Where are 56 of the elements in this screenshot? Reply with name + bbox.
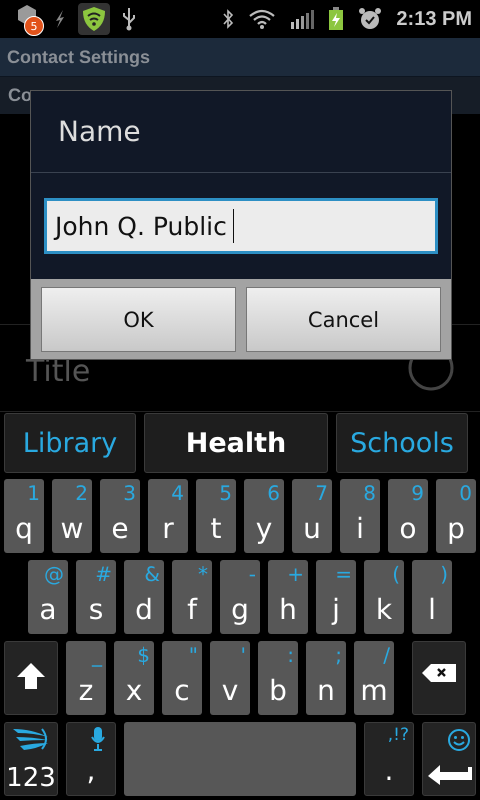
comma-key[interactable]: ,: [66, 722, 116, 796]
suggestion-item[interactable]: Health: [144, 413, 328, 473]
bluetooth-icon: [222, 8, 234, 30]
smiley-icon: [447, 728, 471, 752]
period-key[interactable]: ,!? .: [364, 722, 414, 796]
ok-button[interactable]: OK: [41, 287, 236, 352]
letter-key[interactable]: : b: [258, 641, 298, 715]
letter-key[interactable]: 2 w: [52, 479, 92, 553]
signal-icon: [290, 8, 314, 30]
notification-badge: 5: [24, 16, 44, 36]
letter-key[interactable]: 8 i: [340, 479, 380, 553]
microphone-icon: [91, 727, 105, 751]
battery-icon: [328, 7, 344, 31]
letter-key[interactable]: & d: [124, 560, 164, 634]
letter-key[interactable]: _ z: [66, 641, 106, 715]
enter-key[interactable]: [422, 722, 476, 796]
screen-title: Contact Settings: [7, 46, 150, 68]
letter-key[interactable]: = j: [316, 560, 356, 634]
backspace-key[interactable]: [412, 641, 466, 715]
shift-icon: [16, 662, 46, 690]
suggestion-item[interactable]: Library: [4, 413, 136, 473]
shield-icon: [78, 3, 110, 35]
letter-key[interactable]: 4 r: [148, 479, 188, 553]
backspace-icon: [422, 664, 456, 682]
letter-key[interactable]: - g: [220, 560, 260, 634]
letter-key[interactable]: * f: [172, 560, 212, 634]
wifi-icon: [248, 8, 276, 30]
name-input-field[interactable]: John Q. Public: [44, 198, 438, 254]
letter-key[interactable]: $ x: [114, 641, 154, 715]
dialog-title: Name: [31, 91, 451, 173]
letter-key[interactable]: 7 u: [292, 479, 332, 553]
clock-time: 2:13 PM: [396, 8, 472, 30]
letter-key[interactable]: ' v: [210, 641, 250, 715]
letter-key[interactable]: 5 t: [196, 479, 236, 553]
cancel-button[interactable]: Cancel: [246, 287, 441, 352]
symbols-key[interactable]: 123: [4, 722, 58, 796]
enter-arrow-icon: [428, 763, 472, 785]
alarm-clock-icon: [358, 7, 382, 31]
letter-key[interactable]: ) l: [412, 560, 452, 634]
letter-key[interactable]: 1 q: [4, 479, 44, 553]
letter-key[interactable]: " c: [162, 641, 202, 715]
usb-icon: [122, 7, 136, 31]
letter-key[interactable]: 3 e: [100, 479, 140, 553]
swoosh-logo-icon: [12, 727, 50, 751]
shift-key[interactable]: [4, 641, 58, 715]
letter-key[interactable]: # s: [76, 560, 116, 634]
suggestion-item[interactable]: Schools: [336, 413, 468, 473]
letter-key[interactable]: ; n: [306, 641, 346, 715]
letter-key[interactable]: 6 y: [244, 479, 284, 553]
letter-key[interactable]: + h: [268, 560, 308, 634]
letter-key[interactable]: ( k: [364, 560, 404, 634]
letter-key[interactable]: 9 o: [388, 479, 428, 553]
letter-key[interactable]: 0 p: [436, 479, 476, 553]
letter-key[interactable]: / m: [354, 641, 394, 715]
lightning-icon: [54, 9, 66, 29]
letter-key[interactable]: @ a: [28, 560, 68, 634]
